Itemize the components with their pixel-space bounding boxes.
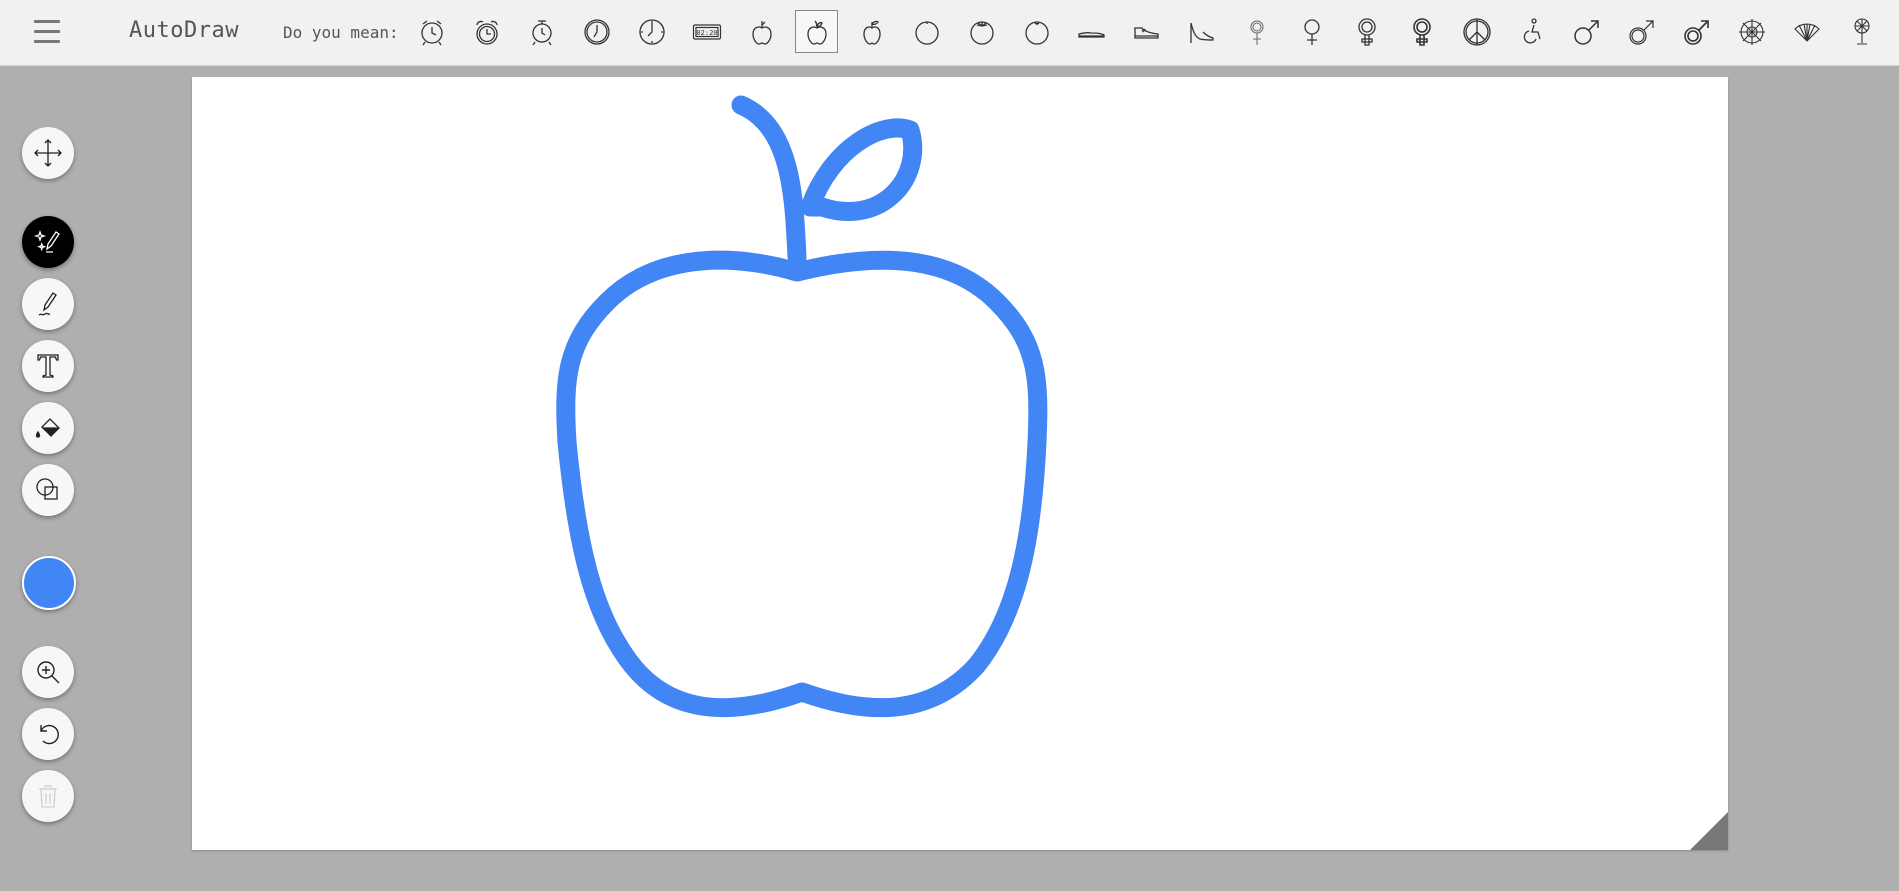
peach-icon [1024, 20, 1049, 45]
suggestion-alarm-clock[interactable] [410, 10, 453, 53]
hamburger-menu-icon[interactable] [26, 14, 68, 50]
high-heel-icon [1189, 22, 1214, 43]
move-arrows-icon [34, 139, 62, 167]
suggestion-clock-face[interactable] [630, 10, 673, 53]
suggestions-list: 02:20 [410, 10, 1883, 54]
wheelchair-icon [1523, 17, 1541, 43]
suggestion-peace-sign[interactable] [1455, 10, 1498, 53]
zoom-in-icon [37, 661, 60, 684]
paint-bucket-icon [35, 418, 60, 438]
sneaker-icon [1133, 26, 1159, 39]
move-tool-button[interactable] [22, 127, 74, 179]
apple-drawing[interactable] [192, 77, 1728, 850]
male-symbol-double-icon [1683, 19, 1709, 45]
suggestion-apple-small[interactable] [740, 10, 783, 53]
peace-sign-icon [1462, 17, 1491, 46]
drawing-canvas[interactable] [192, 77, 1728, 850]
canvas-resize-handle[interactable] [1690, 812, 1728, 850]
autodraw-tool-button[interactable] [22, 216, 74, 268]
apple-icon [806, 20, 827, 45]
suggestion-wheelchair[interactable] [1510, 10, 1553, 53]
clock-face-icon [638, 18, 665, 45]
female-symbol-icon [1303, 18, 1320, 45]
suggestion-female-double[interactable] [1400, 10, 1443, 53]
shape-tool-button[interactable] [22, 464, 74, 516]
suggestion-electric-fan[interactable] [1840, 10, 1883, 53]
apple-body-stroke [556, 250, 1048, 718]
female-symbol-double-icon [1412, 17, 1431, 46]
suggestion-flat-shoe[interactable] [1070, 10, 1113, 53]
female-symbol-thin-icon [1250, 20, 1263, 45]
shapes-icon [36, 478, 58, 500]
pencil-icon [38, 292, 57, 316]
electric-fan-icon [1853, 17, 1870, 45]
suggestion-sneaker[interactable] [1125, 10, 1168, 53]
apple-leaf-stroke [800, 118, 923, 221]
male-symbol-outline-icon [1628, 19, 1654, 45]
zoom-tool-button[interactable] [22, 646, 74, 698]
ornament-icon [1738, 18, 1765, 45]
suggestion-hand-fan[interactable] [1785, 10, 1828, 53]
apple-stem-stroke [731, 95, 807, 267]
suggestion-alarm-clock-bells[interactable] [465, 10, 508, 53]
suggestion-ornament[interactable] [1730, 10, 1773, 53]
suggestion-orange[interactable] [905, 10, 948, 53]
suggestion-apple-leaf[interactable] [850, 10, 893, 53]
suggestion-female-bold[interactable] [1345, 10, 1388, 53]
app-title: AutoDraw [129, 18, 239, 43]
apple-small-icon [751, 20, 772, 45]
digital-clock-text: 02:20 [696, 29, 717, 37]
apple-leaf-icon [862, 20, 881, 45]
suggestion-female[interactable] [1290, 10, 1333, 53]
suggestion-peach[interactable] [1015, 10, 1058, 53]
suggestion-male-outline[interactable] [1620, 10, 1663, 53]
suggestions-label: Do you mean: [283, 23, 399, 42]
suggestion-digital-clock[interactable]: 02:20 [685, 10, 728, 53]
suggestion-alarm-clock-round[interactable] [520, 10, 563, 53]
text-t-icon [37, 354, 59, 378]
undo-tool-button[interactable] [22, 708, 74, 760]
tomato-icon [969, 20, 994, 45]
suggestion-tomato[interactable] [960, 10, 1003, 53]
suggestion-high-heel[interactable] [1180, 10, 1223, 53]
hand-fan-icon [1793, 22, 1820, 42]
suggestion-apple-selected[interactable] [795, 10, 838, 53]
suggestion-wall-clock[interactable] [575, 10, 618, 53]
magic-pencil-icon [33, 229, 60, 253]
alarm-clock-icon [420, 19, 443, 45]
male-symbol-icon [1573, 19, 1599, 45]
delete-tool-button[interactable] [22, 770, 74, 822]
undo-icon [40, 724, 59, 745]
flat-shoe-icon [1077, 31, 1105, 38]
fill-tool-button[interactable] [22, 402, 74, 454]
suggestion-female-thin[interactable] [1235, 10, 1278, 53]
wall-clock-icon [583, 18, 610, 45]
alarm-clock-bells-icon [475, 20, 498, 45]
digital-clock-icon: 02:20 [692, 23, 721, 40]
draw-tool-button[interactable] [22, 278, 74, 330]
alarm-clock-round-icon [531, 19, 552, 45]
color-picker-swatch[interactable] [22, 556, 76, 610]
female-symbol-bold-icon [1357, 17, 1376, 46]
orange-icon [914, 20, 939, 45]
top-bar: AutoDraw Do you mean: 02:20 [0, 0, 1899, 66]
suggestion-male[interactable] [1565, 10, 1608, 53]
trash-icon [39, 785, 57, 808]
suggestion-male-double[interactable] [1675, 10, 1718, 53]
type-tool-button[interactable] [22, 340, 74, 392]
